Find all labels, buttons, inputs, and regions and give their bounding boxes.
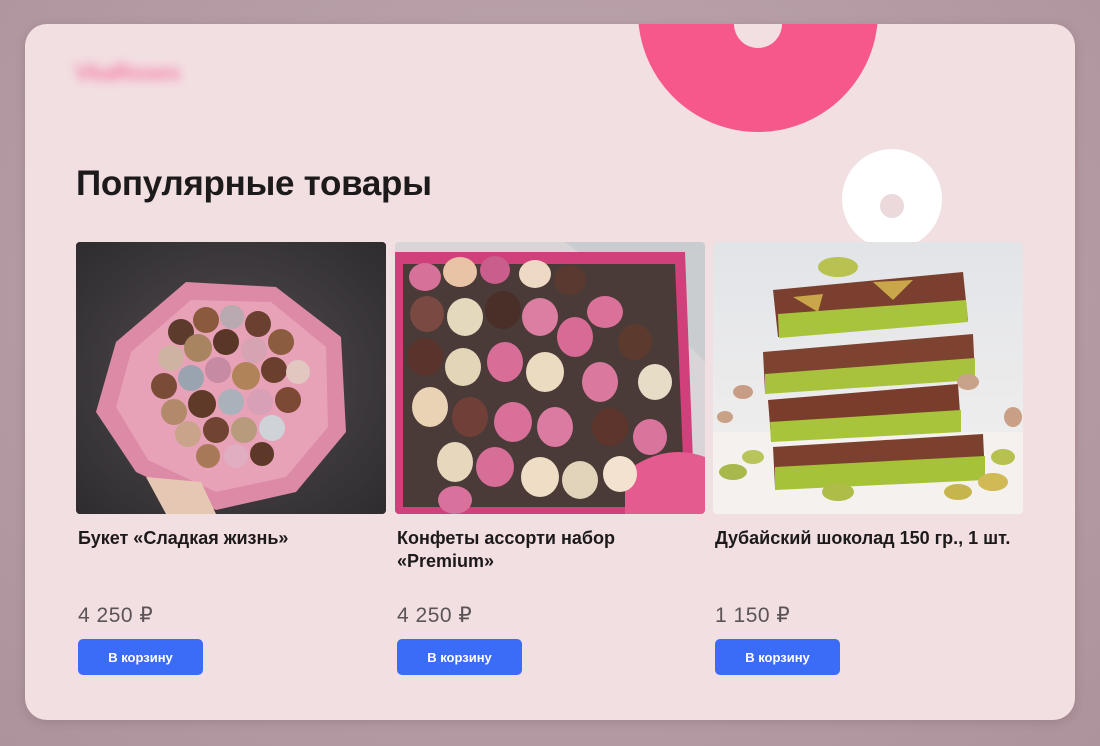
product-name[interactable]: Конфеты ассорти набор «Premium» bbox=[395, 527, 705, 575]
product-card-bouquet[interactable]: Букет «Сладкая жизнь» 4 250 ₽ В корзину bbox=[76, 242, 386, 675]
pink-circle-decoration bbox=[638, 24, 878, 132]
product-image-assorted-candies[interactable] bbox=[395, 242, 705, 514]
product-price: 4 250 ₽ bbox=[397, 604, 473, 627]
product-price: 1 150 ₽ bbox=[715, 604, 791, 627]
product-card-dubai-chocolate[interactable]: Дубайский шоколад 150 гр., 1 шт. 1 150 ₽… bbox=[713, 242, 1023, 675]
product-card-assorted-candies[interactable]: Конфеты ассорти набор «Premium» 4 250 ₽ … bbox=[395, 242, 705, 675]
page-title: Популярные товары bbox=[76, 164, 432, 203]
product-name[interactable]: Букет «Сладкая жизнь» bbox=[76, 527, 386, 575]
white-ring-decoration bbox=[842, 149, 942, 249]
product-price: 4 250 ₽ bbox=[78, 604, 154, 627]
pink-circle-cutout bbox=[734, 24, 782, 48]
chocolate-stack bbox=[763, 272, 985, 490]
product-image-bouquet[interactable] bbox=[76, 242, 386, 514]
blurred-logo[interactable]: VkaRoses bbox=[75, 60, 225, 84]
add-to-cart-button[interactable]: В корзину bbox=[397, 639, 522, 675]
white-ring-hole bbox=[880, 194, 904, 218]
strawberry-box-illustration bbox=[395, 242, 705, 514]
popular-products-card: VkaRoses Популярные товары Букет «Сладка… bbox=[25, 24, 1075, 720]
add-to-cart-button[interactable]: В корзину bbox=[78, 639, 203, 675]
add-to-cart-button[interactable]: В корзину bbox=[715, 639, 840, 675]
product-name[interactable]: Дубайский шоколад 150 гр., 1 шт. bbox=[713, 527, 1023, 575]
bouquet-illustration bbox=[76, 242, 386, 514]
product-image-dubai-chocolate[interactable] bbox=[713, 242, 1023, 514]
chocolate-bars-illustration bbox=[713, 242, 1023, 514]
